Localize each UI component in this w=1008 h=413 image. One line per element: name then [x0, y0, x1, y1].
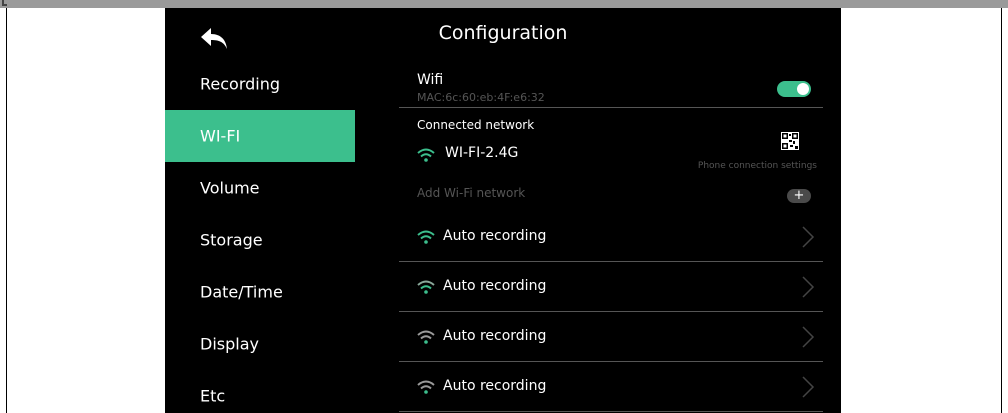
sidebar-item-volume[interactable]: Volume [165, 162, 355, 214]
network-list-item[interactable]: Auto recording [399, 262, 823, 312]
page-title: Configuration [438, 22, 568, 44]
toggle-knob [797, 83, 809, 95]
sidebar-item-recording[interactable]: Recording [165, 58, 355, 110]
add-network-button[interactable]: + [787, 188, 811, 203]
chevron-right-icon [802, 276, 815, 298]
sidebar-item-label: Date/Time [200, 282, 283, 302]
sidebar-item-storage[interactable]: Storage [165, 214, 355, 266]
sidebar-item-datetime[interactable]: Date/Time [165, 266, 355, 318]
network-name: Auto recording [443, 328, 547, 344]
sidebar-item-display[interactable]: Display [165, 318, 355, 370]
sidebar-item-label: Recording [200, 74, 281, 94]
wifi-icon [417, 280, 435, 294]
connected-network-name: WI-FI-2.4G [445, 145, 519, 161]
wifi-icon [417, 148, 435, 162]
phone-connection-settings-link[interactable]: Phone connection settings [698, 161, 817, 171]
mac-address: MAC:6c:60:eb:4F:e6:32 [417, 91, 545, 104]
window-corner-mark [2, 0, 7, 6]
chevron-right-icon [802, 326, 815, 348]
sidebar-item-label: Volume [200, 178, 260, 198]
network-name: Auto recording [443, 228, 547, 244]
add-wifi-network-row: Add Wi-Fi network + [399, 176, 823, 212]
sidebar-item-label: Etc [200, 386, 226, 406]
chevron-right-icon [802, 226, 815, 248]
network-list-item[interactable]: Auto recording [399, 362, 823, 412]
wifi-icon [417, 230, 435, 244]
network-list-item[interactable]: Auto recording [399, 212, 823, 262]
connected-network-label: Connected network [417, 118, 535, 132]
wifi-toggle-row: Wifi MAC:6c:60:eb:4F:e6:32 [399, 58, 823, 108]
plus-icon: + [793, 188, 805, 203]
add-wifi-network-label: Add Wi-Fi network [417, 186, 526, 200]
window-top-bar [0, 0, 1008, 8]
network-list-item[interactable]: Auto recording [399, 312, 823, 362]
chevron-right-icon [802, 376, 815, 398]
sidebar-item-label: Storage [200, 230, 263, 250]
network-name: Auto recording [443, 378, 547, 394]
wifi-icon [417, 380, 435, 394]
wifi-toggle[interactable] [777, 81, 811, 97]
wifi-icon [417, 330, 435, 344]
sidebar-item-label: Display [200, 334, 259, 354]
sidebar-item-wifi[interactable]: WI-FI [165, 110, 355, 162]
device-screen: Configuration Recording WI-FI Volume Sto… [165, 8, 841, 413]
sidebar-item-etc[interactable]: Etc [165, 370, 355, 413]
network-name: Auto recording [443, 278, 547, 294]
sidebar-item-label: WI-FI [200, 126, 241, 146]
wifi-title: Wifi [417, 72, 444, 88]
qr-code-icon[interactable] [781, 132, 799, 150]
